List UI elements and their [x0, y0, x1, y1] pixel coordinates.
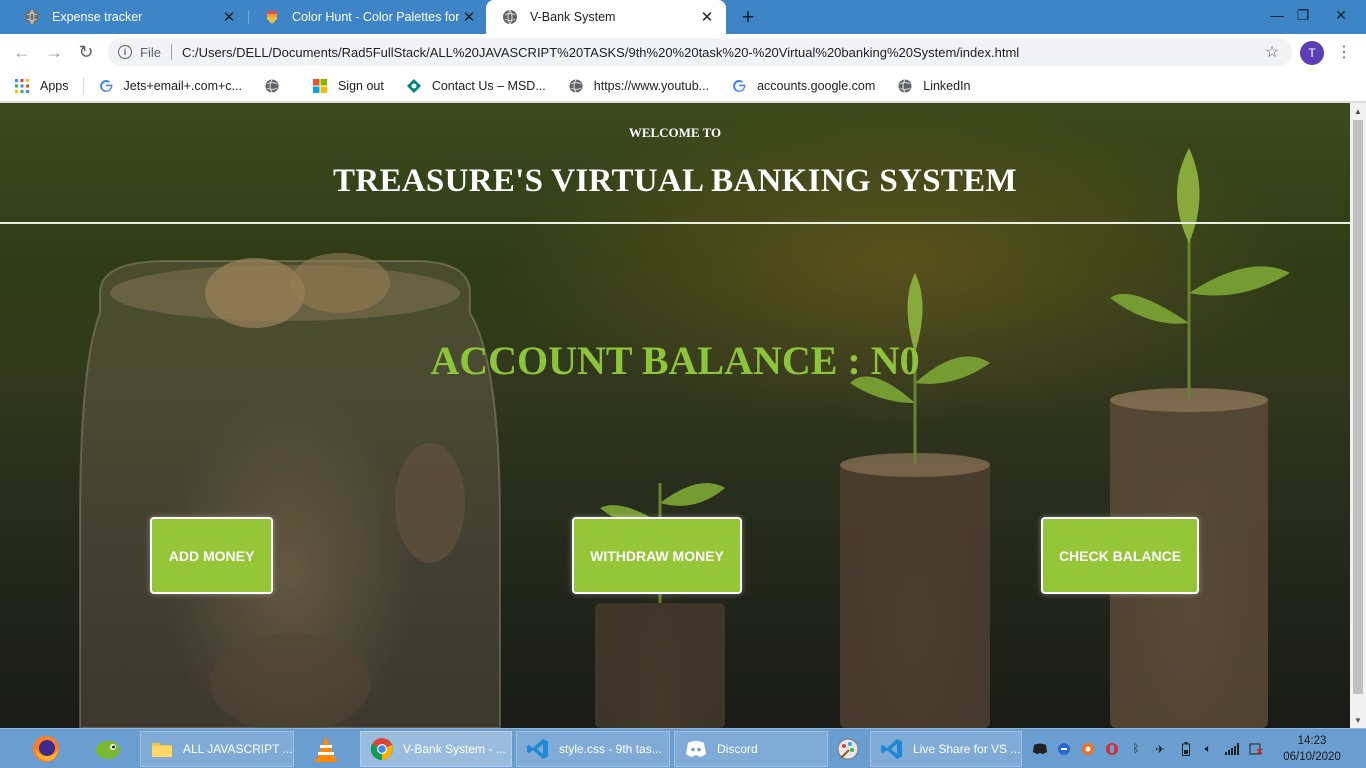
folder-icon	[149, 736, 175, 762]
welcome-text: WELCOME TO	[628, 125, 722, 140]
bookmark-label: accounts.google.com	[757, 78, 876, 93]
windows-taskbar: ALL JAVASCRIPT ... V-Bank System - ... s…	[0, 728, 1366, 768]
tab-title: Color Hunt - Color Palettes for D	[292, 10, 460, 24]
bookmark-sign-out[interactable]: Sign out	[312, 78, 384, 94]
discord-icon	[683, 736, 709, 762]
add-money-button[interactable]: ADD MONEY	[150, 517, 273, 594]
back-arrow-icon[interactable]: ←	[10, 40, 34, 64]
battery-tray-icon[interactable]	[1178, 741, 1194, 757]
taskbar-app-vscode-style[interactable]: style.css - 9th tas...	[516, 731, 670, 767]
page-title: TREASURE'S VIRTUAL BANKING SYSTEM	[333, 163, 1017, 199]
new-tab-plus-icon[interactable]: +	[736, 4, 760, 29]
close-icon[interactable]: ✕	[220, 8, 238, 26]
clock-time: 14:23	[1297, 735, 1327, 747]
check-balance-button[interactable]: CHECK BALANCE	[1041, 517, 1199, 594]
tab-color-hunt[interactable]: Color Hunt - Color Palettes for D ✕	[248, 0, 488, 34]
bookmark-label: Apps	[40, 78, 69, 93]
bookmark-separator	[82, 76, 84, 95]
google-icon	[731, 78, 747, 94]
taskbar-app-chrome[interactable]: V-Bank System - ...	[360, 731, 512, 767]
reload-icon[interactable]: ↻	[74, 40, 98, 64]
bookmark-globe[interactable]	[264, 78, 290, 94]
bookmark-label: https://www.youtub...	[593, 78, 710, 93]
vscode-icon	[525, 736, 551, 762]
browser-toolbar: ← → ↻ i File C:/Users/DELL/Documents/Rad…	[0, 34, 1366, 70]
vlc-icon[interactable]	[306, 731, 346, 767]
tab-v-bank-system[interactable]: V-Bank System ✕	[486, 0, 726, 34]
clock-date: 06/10/2020	[1283, 751, 1341, 763]
taskbar-app-file-explorer[interactable]: ALL JAVASCRIPT ...	[140, 731, 294, 767]
header-divider	[0, 222, 1350, 224]
address-bar[interactable]: i File C:/Users/DELL/Documents/Rad5FullS…	[108, 38, 1292, 66]
color-hunt-icon	[264, 9, 280, 25]
withdraw-money-button[interactable]: WITHDRAW MONEY	[572, 517, 742, 594]
bookmarks-bar: Apps Jets+email+.com+c... Sign out Conta…	[0, 70, 1366, 102]
omnibox-divider	[170, 44, 172, 60]
taskbar-app-label: Live Share for VS ...	[913, 742, 1021, 756]
airplane-mode-tray-icon[interactable]: ✈	[1152, 741, 1168, 757]
taskbar-app-label: Discord	[717, 742, 758, 756]
google-icon	[98, 78, 114, 94]
taskbar-app-label: ALL JAVASCRIPT ...	[183, 742, 293, 756]
bookmark-label: Contact Us – MSD...	[431, 78, 546, 93]
scroll-down-arrow-icon[interactable]: ▼	[1350, 712, 1366, 728]
chameleon-icon[interactable]	[88, 731, 128, 767]
info-icon[interactable]: i	[118, 45, 132, 59]
globe-icon	[264, 78, 280, 94]
account-balance: ACCOUNT BALANCE : N0	[430, 338, 920, 383]
tab-title: V-Bank System	[530, 10, 616, 24]
scroll-thumb[interactable]	[1353, 120, 1363, 694]
bookmark-star-icon[interactable]: ☆	[1260, 42, 1284, 62]
action-center-icon[interactable]	[1248, 741, 1264, 757]
bookmark-label: LinkedIn	[923, 78, 971, 93]
scroll-up-arrow-icon[interactable]: ▲	[1350, 103, 1366, 119]
vertical-scrollbar[interactable]: ▲ ▼	[1350, 103, 1366, 728]
tab-strip: Expense tracker ✕ Color Hunt - Color Pal…	[0, 0, 1366, 34]
close-icon[interactable]: ✕	[460, 8, 478, 26]
bookmark-jets-email[interactable]: Jets+email+.com+c...	[98, 78, 242, 94]
page-viewport: WELCOME TO TREASURE'S VIRTUAL BANKING SY…	[0, 103, 1350, 728]
paint-icon[interactable]	[828, 731, 868, 767]
bluetooth-tray-icon[interactable]: ᛒ	[1128, 741, 1144, 757]
network-tray-icon[interactable]	[1224, 741, 1240, 757]
chrome-icon	[369, 736, 395, 762]
opera-tray-icon[interactable]	[1104, 741, 1120, 757]
globe-icon	[897, 78, 913, 94]
taskbar-app-live-share[interactable]: Live Share for VS ...	[870, 731, 1022, 767]
globe-icon	[24, 9, 40, 25]
url-text[interactable]: C:/Users/DELL/Documents/Rad5FullStack/AL…	[182, 45, 1260, 60]
msd-icon	[406, 78, 422, 94]
bookmark-label: Sign out	[337, 78, 384, 93]
bookmark-contact-msd[interactable]: Contact Us – MSD...	[406, 78, 546, 94]
apps-grid-icon	[14, 78, 30, 94]
bookmark-linkedin[interactable]: LinkedIn	[897, 78, 971, 94]
globe-icon	[568, 78, 584, 94]
window-close-icon[interactable]: ✕	[1318, 0, 1364, 30]
bookmark-google-accounts[interactable]: accounts.google.com	[731, 78, 875, 94]
taskbar-app-discord[interactable]: Discord	[674, 731, 828, 767]
taskbar-app-label: V-Bank System - ...	[403, 742, 506, 756]
volume-tray-icon[interactable]: 🔈︎	[1200, 741, 1216, 757]
bookmark-youtube[interactable]: https://www.youtub...	[568, 78, 709, 94]
vscode-icon	[879, 736, 905, 762]
scheme-label: File	[140, 44, 161, 60]
firefox-icon[interactable]	[26, 731, 66, 767]
forward-arrow-icon[interactable]: →	[42, 40, 66, 64]
bookmark-label: Jets+email+.com+c...	[123, 78, 242, 93]
avast-tray-icon[interactable]	[1080, 741, 1096, 757]
discord-tray-icon[interactable]	[1032, 741, 1048, 757]
system-clock[interactable]: 14:23 06/10/2020	[1278, 733, 1346, 765]
tab-title: Expense tracker	[52, 10, 143, 24]
taskbar-app-label: style.css - 9th tas...	[559, 742, 662, 756]
microsoft-icon	[312, 78, 328, 94]
globe-icon	[502, 9, 518, 25]
profile-avatar[interactable]: T	[1300, 41, 1324, 65]
close-icon[interactable]: ✕	[698, 8, 716, 26]
kebab-menu-icon[interactable]: ⋮	[1334, 40, 1354, 64]
bookmark-apps[interactable]: Apps	[14, 78, 69, 94]
tab-expense-tracker[interactable]: Expense tracker ✕	[8, 0, 248, 34]
chat-tray-icon[interactable]	[1056, 741, 1072, 757]
